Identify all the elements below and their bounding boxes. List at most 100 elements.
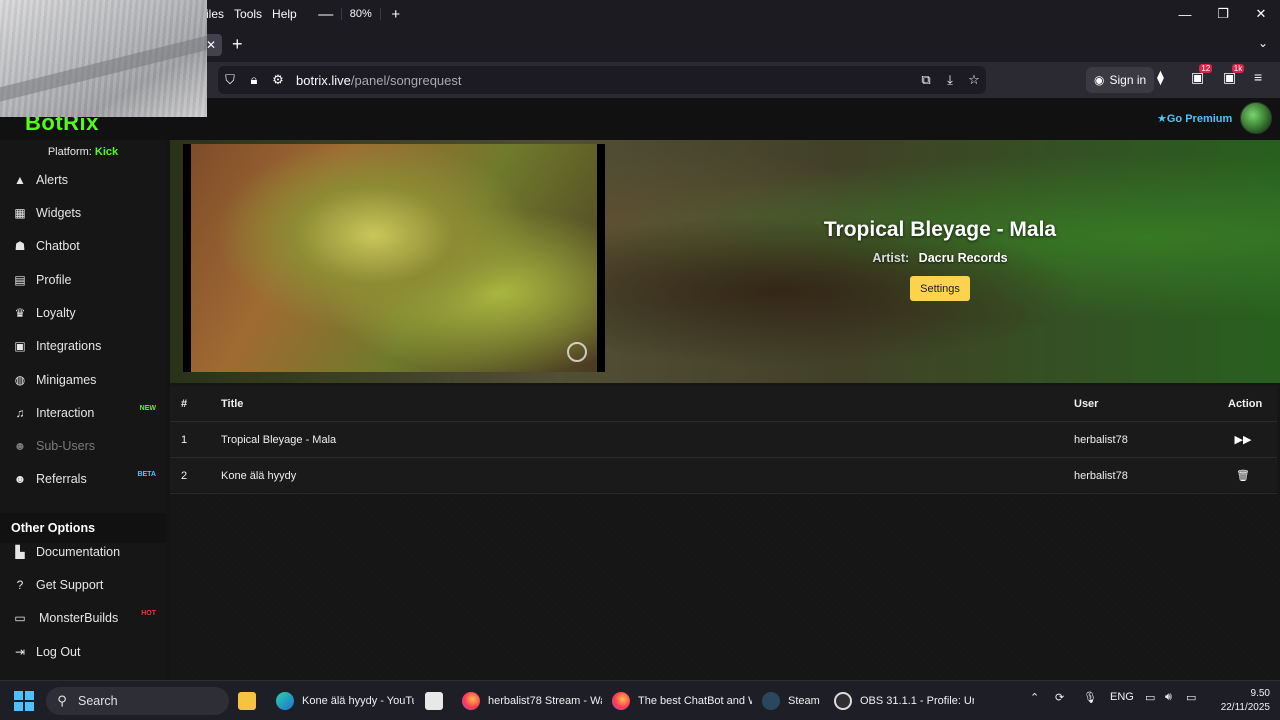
network-icon[interactable]: ▭ [1145,691,1155,704]
store-icon [425,692,443,710]
taskbar-search[interactable]: ⚲ Search [46,687,229,715]
trash-icon[interactable]: 🗑︎ [1228,469,1258,482]
row-title: Tropical Bleyage - Mala [221,433,337,446]
row-user: herbalist78 [1074,433,1128,446]
volume-icon[interactable]: 🔊︎ [1165,691,1172,704]
sign-in-label: Sign in [1109,73,1147,87]
menu-files[interactable]: iles [206,7,224,21]
row-number: 2 [181,469,188,482]
zoom-out-button[interactable]: — [315,6,337,23]
taskbar-store[interactable] [425,686,451,716]
taskbar-app-label: OBS 31.1.1 - Profile: Unti [860,695,974,707]
table-row: 1 Tropical Bleyage - Mala herbalist78 ▶▶ [170,422,1277,458]
logout-icon: ⇥ [14,645,26,659]
book-icon: ▙ [15,545,25,559]
search-icon: ⚲ [57,693,67,708]
row-number: 1 [181,433,188,446]
video-player[interactable] [183,144,605,372]
sidebar-item-get-support[interactable]: ? Get Support [0,569,166,601]
file-explorer-icon [238,692,256,710]
extensions-icon[interactable]: ⧫ [1157,69,1164,86]
sidebar-item-loyalty[interactable]: ♛ Loyalty [0,297,166,329]
obs-icon [834,692,852,710]
new-tab-button[interactable]: + [232,34,243,55]
main-content: Tropical Bleyage - Mala Artist: Dacru Re… [170,140,1280,680]
minimize-button[interactable]: — [1166,0,1204,28]
sidebar-item-profile[interactable]: ▤ Profile [0,264,166,296]
sidebar-item-monsterbuilds[interactable]: ▭ MonsterBuilds HOT [0,602,166,634]
sidebar-item-integrations[interactable]: ▣ Integrations [0,330,166,362]
platform-label: Platform: [47,146,92,158]
watermark-icon [567,342,587,362]
new-badge: NEW [139,405,156,412]
microphone-icon[interactable]: 🎙︎ [1083,691,1097,704]
sidebar-item-log-out[interactable]: ⇥ Log Out [0,636,166,668]
extension-one-badge: 12 [1199,64,1213,73]
sidebar-item-alerts[interactable]: ▲ Alerts [0,164,166,196]
permissions-icon[interactable]: ⚙ [266,72,290,88]
language-indicator[interactable]: ENG [1110,691,1134,703]
music-icon: ♫ [15,406,25,420]
taskbar-app-firefox-stream[interactable]: herbalist78 Stream - Wa [462,686,602,716]
address-bar[interactable]: ⛉ 🔒︎ ⚙ botrix.live/panel/songrequest ⧉ ⤓… [218,66,986,94]
sidebar-item-label: Interaction [36,406,95,420]
sidebar-item-documentation[interactable]: ▙ Documentation [0,536,166,568]
sidebar-item-label: Widgets [36,206,82,220]
robot-icon: ☗ [14,239,26,253]
sidebar-item-label: Referrals [36,472,87,486]
sidebar-item-interaction[interactable]: ♫ Interaction NEW [0,397,166,429]
sidebar-item-label: Chatbot [36,239,80,253]
sidebar-item-widgets[interactable]: ▦ Widgets [0,197,166,229]
zoom-level[interactable]: 80% [340,8,381,20]
account-icon: ◉ [1094,73,1105,87]
sign-in-button[interactable]: ◉ Sign in [1086,67,1155,93]
taskbar-app-steam[interactable]: Steam [762,686,824,716]
taskbar-app-firefox-botrix[interactable]: The best ChatBot and W [612,686,752,716]
taskbar-app-edge[interactable]: Kone älä hyydy - YouTu [276,686,414,716]
download-icon[interactable]: ⤓ [938,72,962,88]
taskbar-app-label: The best ChatBot and W [638,695,752,707]
laptop-icon: ▭ [14,611,26,625]
go-premium-link[interactable]: ★Go Premium [1157,112,1232,125]
sidebar-item-sub-users[interactable]: ☻ Sub-Users [0,430,166,462]
zoom-in-button[interactable]: + [385,6,407,23]
windows-start-icon[interactable] [14,691,34,711]
extension-one-icon[interactable]: ▣ 12 [1191,64,1213,86]
sidebar-item-label: Loyalty [36,306,76,320]
hamburger-menu-icon[interactable]: ≡ [1254,69,1262,85]
menu-tools[interactable]: Tools [234,7,262,21]
sidebar-item-minigames[interactable]: ◍ Minigames [0,364,166,396]
artist-label: Artist: [872,251,910,265]
id-card-icon: ▤ [14,273,26,287]
video-frame[interactable] [191,144,597,372]
sidebar: Platform: Kick ▲ Alerts ▦ Widgets ☗ Chat… [0,140,166,680]
taskbar-app-label: Kone älä hyydy - YouTu [302,695,414,707]
skip-icon[interactable]: ▶▶ [1228,433,1258,446]
bookmark-star-icon[interactable]: ☆ [962,72,986,88]
clock-date: 22/11/2025 [1220,702,1270,713]
picture-in-picture-icon[interactable]: ⧉ [914,72,938,88]
system-clock[interactable]: 9.50 22/11/2025 [1206,687,1270,715]
gamepad-icon: ◍ [14,373,26,387]
tab-list-button[interactable]: ⌄ [1258,36,1268,50]
header-user: User [1074,397,1099,410]
menu-help[interactable]: Help [272,7,297,21]
battery-icon[interactable]: ▭ [1186,691,1196,704]
sidebar-item-label: Minigames [36,373,97,387]
table-row: 2 Kone älä hyydy herbalist78 🗑︎ [170,458,1277,494]
lock-icon[interactable]: 🔒︎ [242,72,266,88]
sync-icon[interactable]: ⟳ [1055,691,1064,704]
close-window-button[interactable]: ✕ [1242,0,1280,28]
plug-icon: ▣ [14,339,26,353]
avatar[interactable] [1240,102,1272,134]
taskbar-file-explorer[interactable] [238,686,260,716]
sidebar-item-referrals[interactable]: ☻ Referrals BETA [0,463,166,495]
settings-button[interactable]: Settings [910,276,970,301]
shield-icon[interactable]: ⛉ [218,72,242,88]
extension-two-icon[interactable]: ▣ 1k [1223,64,1245,86]
sidebar-item-chatbot[interactable]: ☗ Chatbot [0,230,166,262]
restore-button[interactable]: ❐ [1204,0,1242,28]
taskbar-app-obs[interactable]: OBS 31.1.1 - Profile: Unti [834,686,974,716]
chevron-up-icon[interactable]: ⌃ [1030,691,1039,704]
extension-two-badge: 1k [1231,64,1245,73]
